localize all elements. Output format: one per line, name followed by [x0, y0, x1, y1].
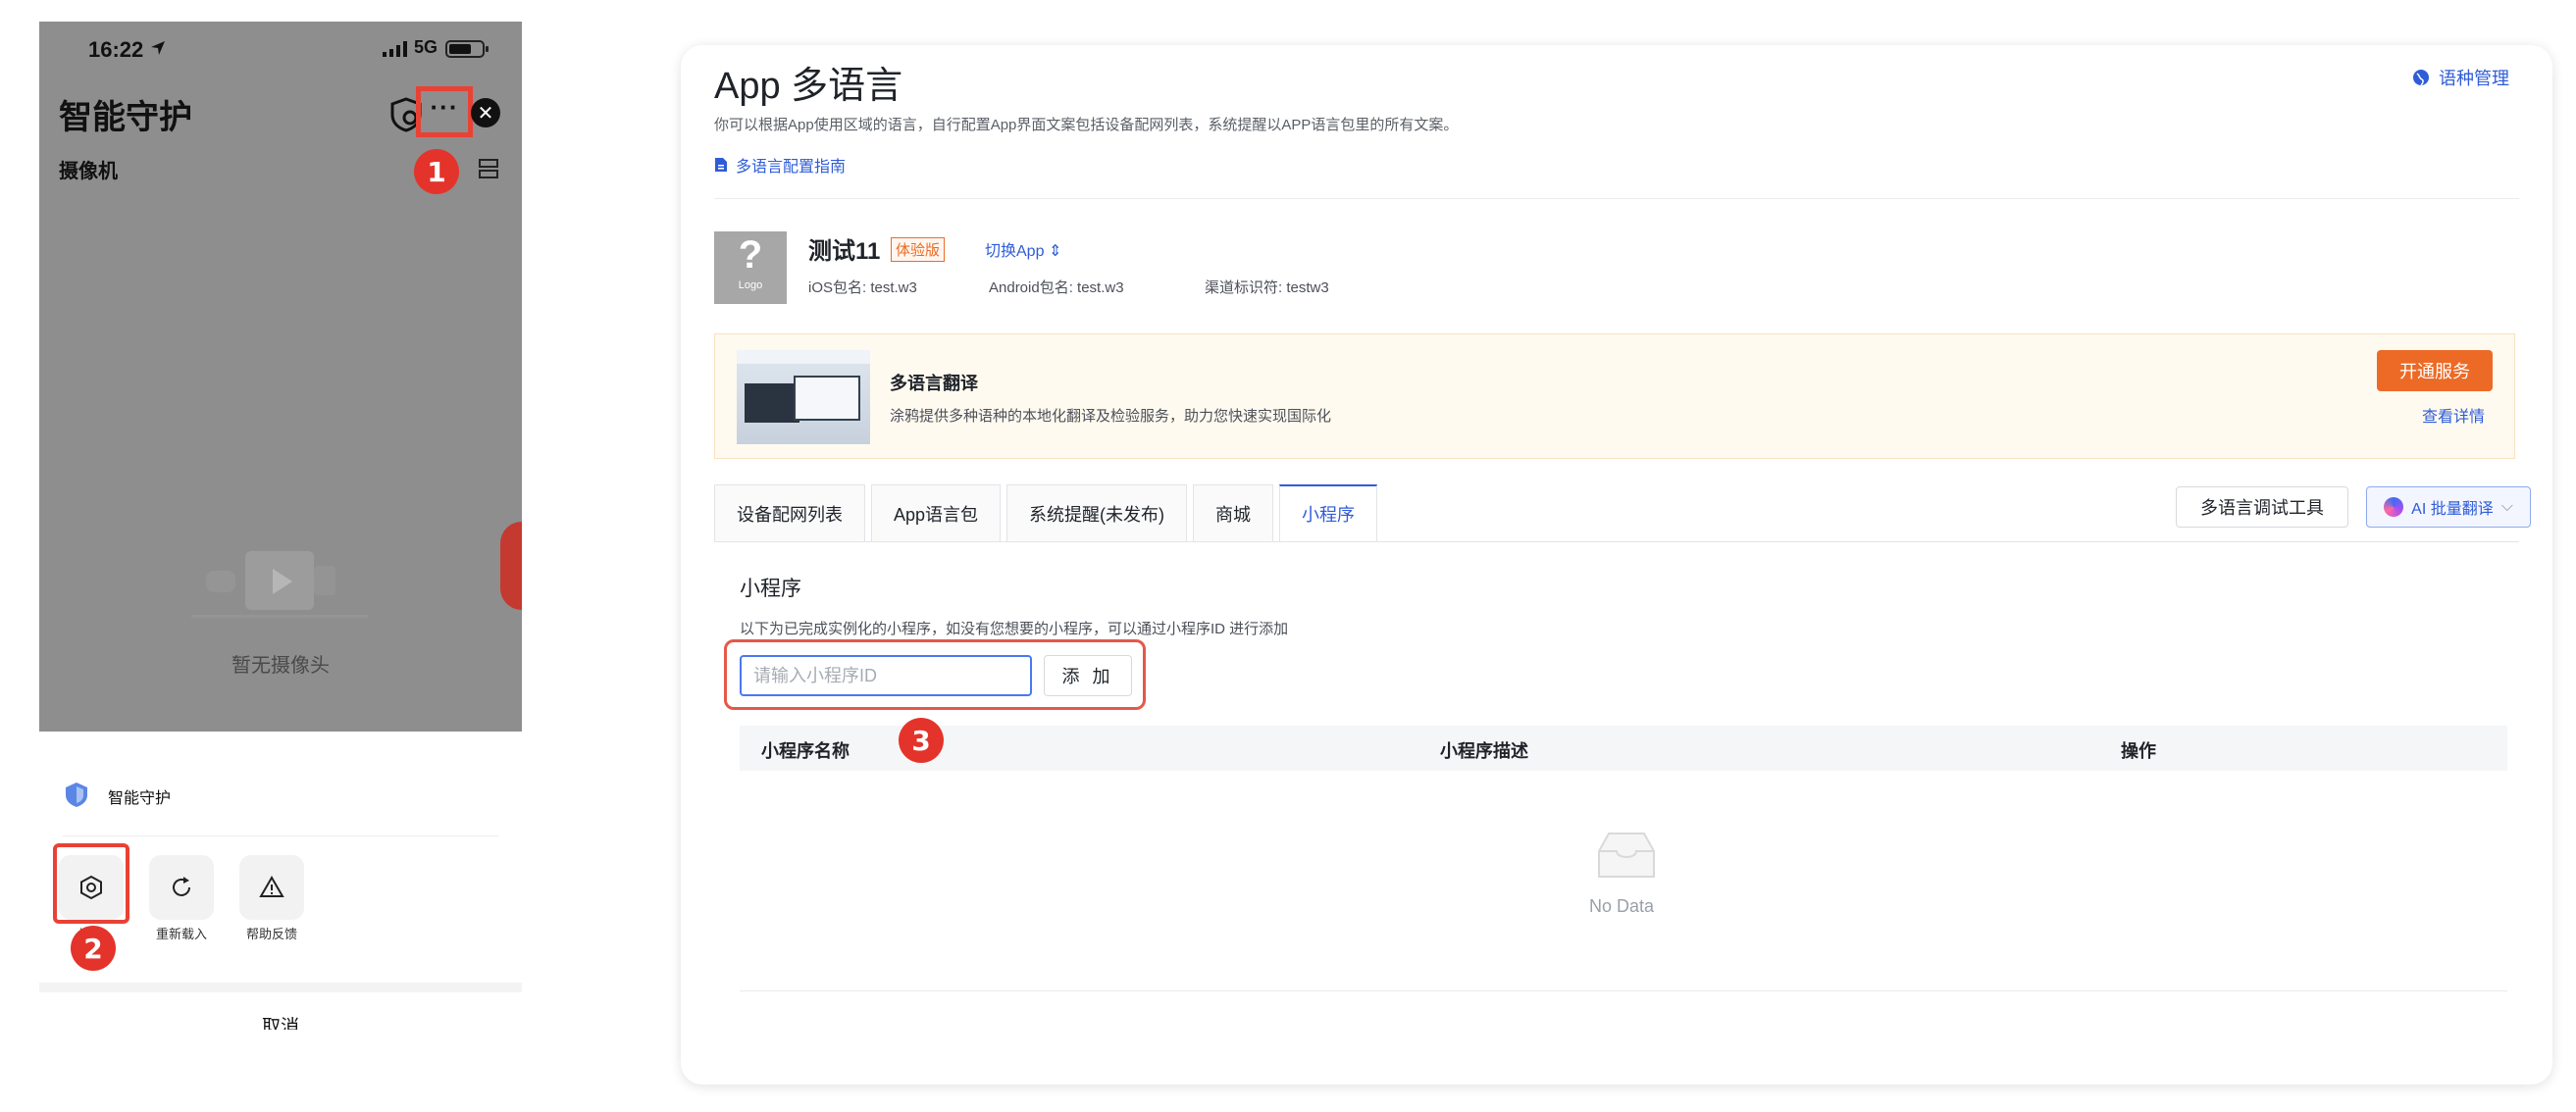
- sheet-title: 智能守护: [108, 790, 172, 807]
- android-package: Android包名: test.w3: [989, 279, 1124, 296]
- language-debug-tool-button[interactable]: 多语言调试工具: [2176, 486, 2348, 528]
- tab-app-language-pack[interactable]: App语言包: [871, 484, 1002, 541]
- phone-title: 智能守护: [59, 99, 192, 136]
- view-details-link[interactable]: 查看详情: [2422, 403, 2485, 427]
- close-icon[interactable]: ✕: [471, 98, 500, 127]
- cancel-button[interactable]: 取消: [39, 1012, 522, 1030]
- section-title: 小程序: [740, 578, 801, 600]
- ai-batch-translate-label: AI 批量翻译: [2411, 501, 2494, 518]
- activate-service-button[interactable]: 开通服务: [2377, 350, 2493, 391]
- tab-mini-program[interactable]: 小程序: [1279, 484, 1378, 541]
- ios-package: iOS包名: test.w3: [808, 279, 917, 296]
- sheet-separator: [39, 983, 522, 992]
- mini-program-id-input[interactable]: [740, 655, 1032, 696]
- help-feedback-button[interactable]: [239, 855, 304, 920]
- tabs-underline: [714, 541, 2519, 542]
- reload-action-label: 重新载入: [155, 927, 207, 941]
- app-logo-text: Logo: [738, 279, 763, 291]
- side-tab-handle[interactable]: [500, 522, 522, 610]
- signal-icon: [383, 41, 407, 57]
- more-button[interactable]: ···: [416, 86, 473, 137]
- reload-action-button[interactable]: [149, 855, 214, 920]
- more-icon: ···: [430, 92, 459, 122]
- app-version-tag: 体验版: [891, 237, 946, 262]
- table-header: 小程序名称 小程序描述 操作: [740, 726, 2507, 771]
- help-feedback-label: 帮助反馈: [245, 927, 297, 941]
- network-type: 5G: [414, 37, 438, 57]
- step-badge-2: 2: [71, 926, 116, 971]
- promo-title: 多语言翻译: [890, 374, 978, 393]
- app-logo: ? Logo: [714, 231, 787, 304]
- promo-image: [737, 350, 870, 444]
- document-icon: [715, 158, 727, 172]
- guide-link-label: 多语言配置指南: [736, 159, 847, 176]
- empty-inbox-icon: [1598, 833, 1655, 878]
- tab-system-reminder[interactable]: 系统提醒(未发布): [1006, 484, 1188, 541]
- phone-subtitle: 摄像机: [59, 161, 118, 182]
- switch-app-label: 切换App: [985, 243, 1045, 260]
- tab-bar: 设备配网列表 App语言包 系统提醒(未发布) 商城 小程序: [714, 484, 1378, 541]
- list-view-icon[interactable]: [477, 157, 500, 180]
- action-sheet: 智能守护 设置 重新载入 帮助反馈 取消: [39, 732, 522, 1030]
- status-time: 16:22: [88, 37, 144, 62]
- divider: [714, 198, 2519, 199]
- status-bar: 16:22 5G: [39, 22, 522, 80]
- column-header-name: 小程序名称: [761, 741, 850, 761]
- location-arrow-icon: [151, 41, 165, 55]
- table-bottom-border: [740, 990, 2507, 991]
- chevron-down-icon: ⌵: [2500, 498, 2513, 515]
- battery-icon: [445, 40, 489, 58]
- app-name: 测试11: [808, 238, 881, 265]
- page-description: 你可以根据App使用区域的语言，自行配置App界面文案包括设备配网列表，系统提醒…: [714, 117, 1459, 133]
- channel-identifier: 渠道标识符: testw3: [1205, 279, 1329, 296]
- tab-device-network-list[interactable]: 设备配网列表: [714, 484, 865, 541]
- divider: [63, 835, 498, 836]
- sort-icon: ⇕: [1048, 243, 1062, 260]
- promo-description: 涂鸦提供多种语种的本地化翻译及检验服务，助力您快速实现国际化: [890, 408, 1332, 425]
- step-badge-1: 1: [414, 149, 459, 194]
- empty-camera-text: 暂无摄像头: [232, 655, 330, 677]
- app-logo-icon: [66, 783, 87, 807]
- section-description: 以下为已完成实例化的小程序，如没有您想要的小程序，可以通过小程序ID 进行添加: [740, 621, 1289, 637]
- switch-app-button[interactable]: 切换App ⇕: [985, 237, 1061, 261]
- translation-promo-banner: 多语言翻译 涂鸦提供多种语种的本地化翻译及检验服务，助力您快速实现国际化 开通服…: [714, 333, 2515, 459]
- column-header-description: 小程序描述: [1440, 741, 1528, 761]
- add-button[interactable]: 添 加: [1044, 655, 1132, 696]
- column-header-actions: 操作: [2121, 741, 2156, 761]
- app-logo-mark: ?: [738, 233, 763, 277]
- reload-icon: [173, 877, 190, 896]
- tab-mall[interactable]: 商城: [1193, 484, 1274, 541]
- page-title: App 多语言: [714, 66, 903, 107]
- language-management-link[interactable]: 语种管理: [2411, 65, 2509, 90]
- console-panel: App 多语言 你可以根据App使用区域的语言，自行配置App界面文案包括设备配…: [681, 45, 2552, 1085]
- ai-orb-icon: [2384, 497, 2404, 517]
- camera-placeholder-icon: [191, 551, 368, 618]
- step-badge-3: 3: [899, 718, 944, 763]
- guide-link[interactable]: 多语言配置指南: [714, 153, 846, 177]
- warning-icon: [259, 876, 284, 897]
- globe-icon: [2413, 70, 2429, 86]
- ai-batch-translate-button[interactable]: AI 批量翻译 ⌵: [2366, 486, 2531, 528]
- empty-state-text: No Data: [1588, 896, 1655, 916]
- language-management-label: 语种管理: [2439, 69, 2509, 88]
- highlight-box-settings: [53, 843, 129, 924]
